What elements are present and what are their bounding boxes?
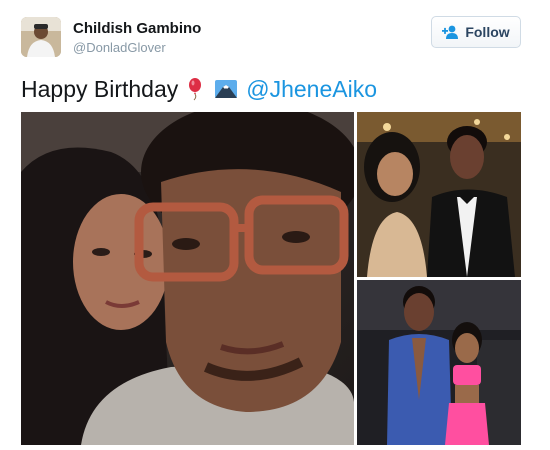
avatar-image bbox=[21, 17, 61, 57]
tweet-text: Happy Birthday @JheneAiko bbox=[21, 74, 377, 104]
author-handle[interactable]: @DonladGlover bbox=[73, 40, 166, 55]
red-carpet-photo[interactable] bbox=[357, 112, 521, 277]
red-carpet-image bbox=[357, 112, 521, 277]
author-display-name[interactable]: Childish Gambino bbox=[73, 20, 201, 37]
add-user-icon bbox=[442, 25, 459, 39]
event-photo[interactable] bbox=[357, 280, 521, 445]
follow-label: Follow bbox=[465, 24, 510, 40]
event-image bbox=[357, 280, 521, 445]
balloon-emoji-icon bbox=[184, 77, 208, 101]
tweet-body: Happy Birthday bbox=[21, 76, 179, 102]
avatar[interactable] bbox=[21, 17, 61, 57]
mention-link[interactable]: @JheneAiko bbox=[246, 74, 377, 104]
follow-button[interactable]: Follow bbox=[431, 16, 521, 48]
selfie-photo[interactable] bbox=[21, 112, 354, 445]
selfie-image bbox=[21, 112, 354, 445]
mount-fuji-emoji-icon bbox=[214, 77, 238, 101]
